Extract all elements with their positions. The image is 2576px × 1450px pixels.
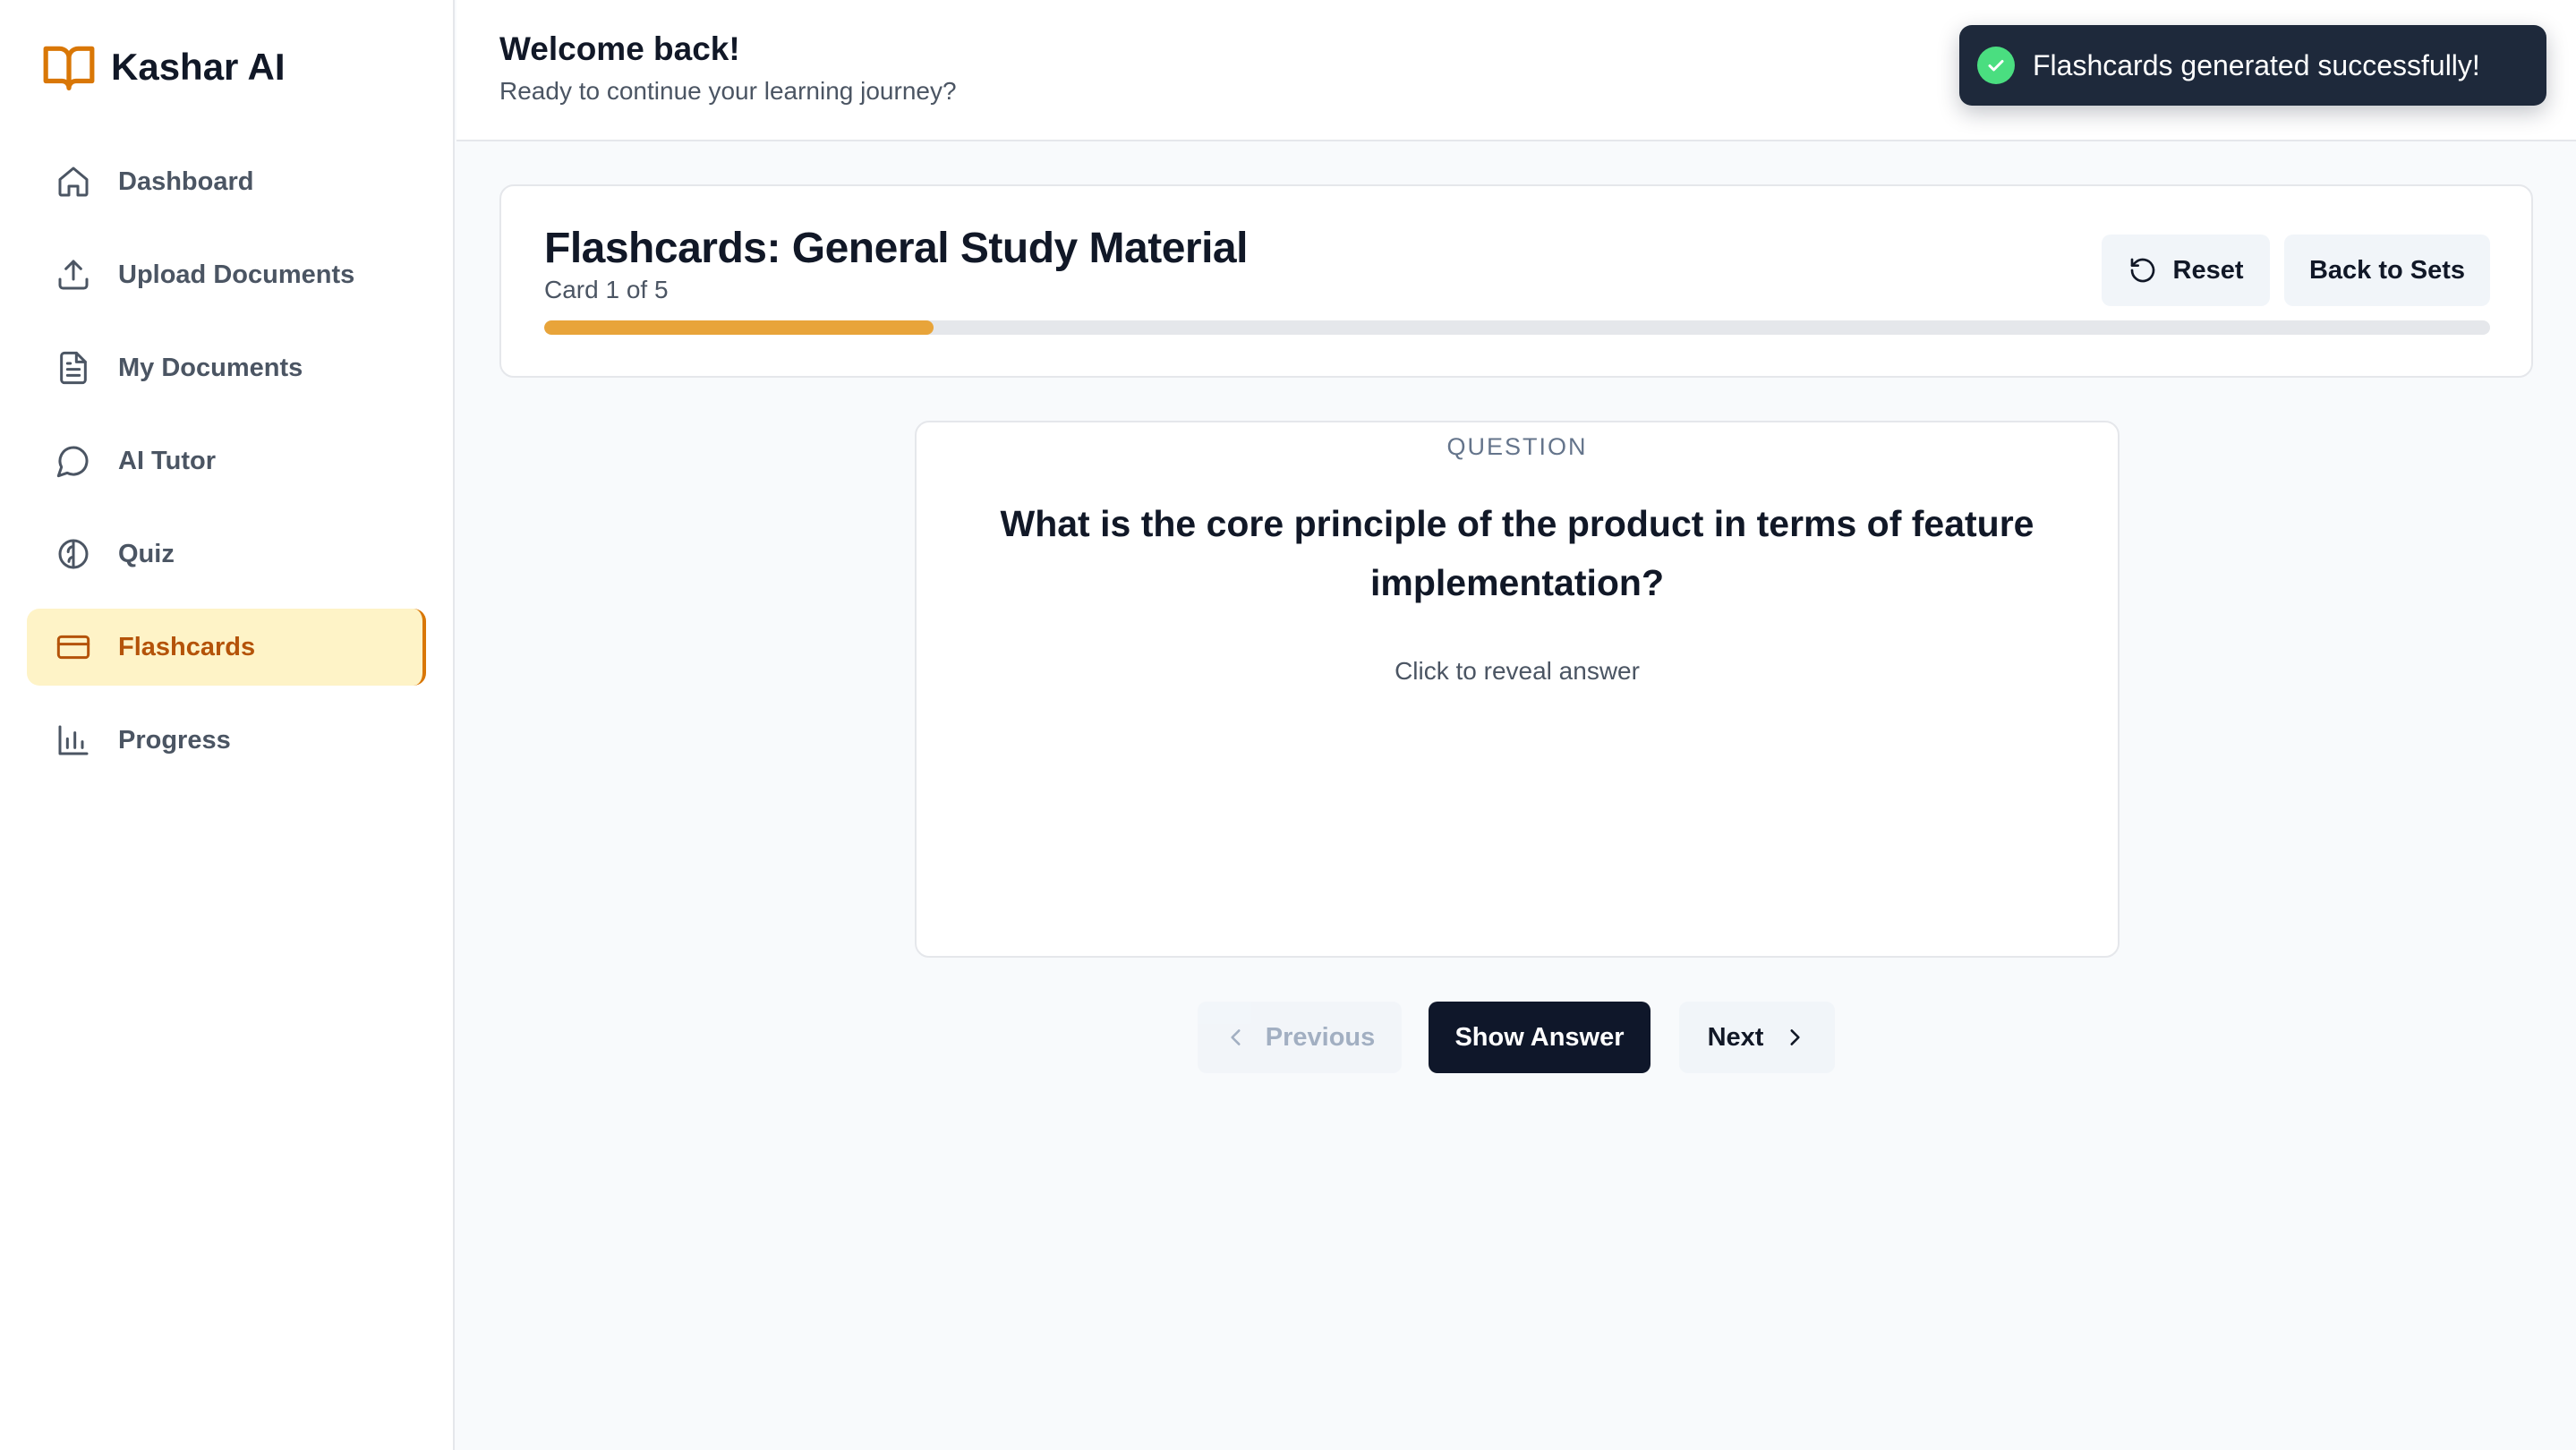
chevron-left-icon [1231,1029,1241,1045]
card-counter: Card 1 of 5 [544,276,669,303]
rotate-ccw-icon [2130,258,2154,283]
bar-chart-icon [58,725,89,755]
next-button[interactable]: Next [1679,1002,1835,1073]
brain-icon [58,539,89,569]
flashcard-set-header: Flashcards: General Study Material Card … [499,184,2533,378]
question-label: QUESTION [1446,433,1588,460]
reset-label: Reset [2172,255,2244,285]
sidebar-item-upload-documents[interactable]: Upload Documents [27,236,426,313]
open-book-icon [43,46,95,90]
next-label: Next [1707,1022,1764,1052]
sidebar-nav: Dashboard Upload Documents My Documents … [27,143,426,795]
sidebar-item-label: My Documents [118,353,303,382]
back-to-sets-button[interactable]: Back to Sets [2284,235,2490,306]
sidebar-item-dashboard[interactable]: Dashboard [27,143,426,220]
sidebar-item-label: Progress [118,725,231,755]
sidebar-item-label: Flashcards [118,632,256,661]
app-root: Kashar AI Dashboard Upload Documents My … [0,0,2576,1450]
document-icon [60,351,87,385]
chat-bubble-icon [56,446,89,478]
page-title: Flashcards: General Study Material [544,225,1248,272]
reset-button[interactable]: Reset [2102,235,2270,306]
progress-bar-fill [544,320,934,335]
reveal-hint: Click to reveal answer [1395,657,1640,685]
sidebar-item-ai-tutor[interactable]: AI Tutor [27,422,426,499]
check-circle-icon [1977,47,2015,84]
brand[interactable]: Kashar AI [41,38,286,97]
show-answer-button[interactable]: Show Answer [1429,1002,1651,1073]
sidebar: Kashar AI Dashboard Upload Documents My … [0,0,455,1450]
sidebar-item-label: Upload Documents [118,260,355,289]
home-icon [58,166,89,197]
sidebar-item-label: AI Tutor [118,446,216,475]
sidebar-item-progress[interactable]: Progress [27,702,426,779]
sidebar-item-flashcards[interactable]: Flashcards [27,609,426,686]
chevron-right-icon [1790,1029,1801,1045]
previous-label: Previous [1265,1022,1376,1052]
flashcard[interactable]: QUESTION What is the core principle of t… [915,421,2120,958]
upload-icon [58,260,89,290]
brand-name: Kashar AI [111,46,286,88]
question-text: What is the core principle of the produc… [1000,503,2034,603]
card-icon [56,635,90,660]
sidebar-item-label: Dashboard [118,166,254,196]
welcome-subtitle: Ready to continue your learning journey? [499,77,957,105]
sidebar-item-quiz[interactable]: Quiz [27,516,426,593]
progress-bar [544,320,2490,335]
toast-message: Flashcards generated successfully! [2033,48,2480,81]
welcome-title: Welcome back! [499,30,740,67]
previous-button[interactable]: Previous [1198,1002,1402,1073]
sidebar-item-label: Quiz [118,539,175,568]
sidebar-item-my-documents[interactable]: My Documents [27,329,426,406]
success-toast[interactable]: Flashcards generated successfully! [1959,25,2546,106]
